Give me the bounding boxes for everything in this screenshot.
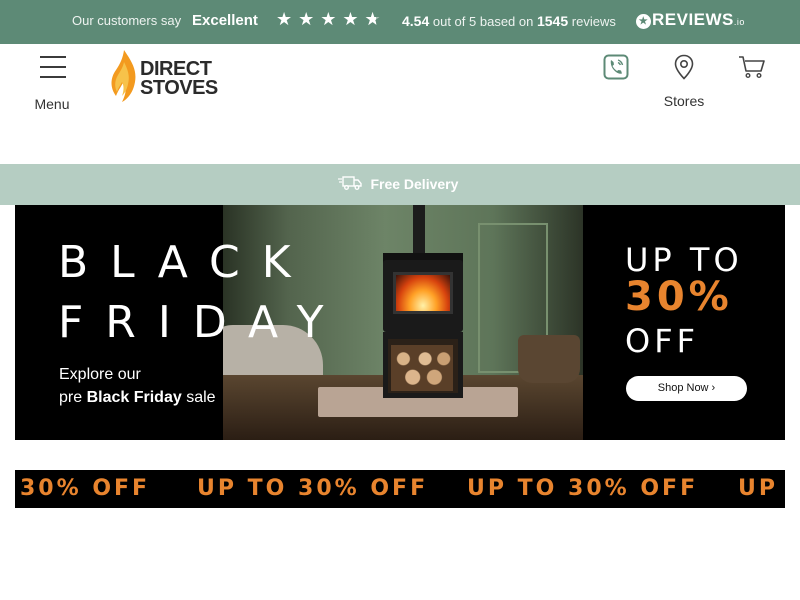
brand-logo[interactable]: DIRECT STOVES bbox=[110, 50, 230, 102]
hero-subtitle-pre: pre bbox=[59, 389, 83, 406]
cart-button[interactable] bbox=[738, 54, 766, 114]
offer-ticker: 30% OFF UP TO 30% OFF UP TO 30% OFF UP T bbox=[15, 470, 785, 508]
log-store bbox=[391, 345, 453, 391]
customers-say-text: Our customers say bbox=[72, 13, 182, 28]
shop-now-button[interactable]: Shop Now › bbox=[626, 376, 747, 401]
rating-summary: 4.54 out of 5 based on 1545 reviews bbox=[402, 13, 616, 29]
reviews-word: reviews bbox=[571, 14, 616, 29]
phone-icon bbox=[603, 54, 629, 80]
rating-word: Excellent bbox=[192, 12, 258, 29]
site-header: Menu DIRECT STOVES Stores bbox=[0, 44, 800, 164]
half-star-icon: ★ bbox=[365, 9, 387, 30]
hero-subtitle-bold: Black Friday bbox=[86, 389, 182, 406]
reviews-provider-suffix: .io bbox=[733, 17, 745, 27]
menu-label: Menu bbox=[34, 96, 70, 112]
free-delivery-text: Free Delivery bbox=[370, 176, 459, 192]
brand-name: DIRECT STOVES bbox=[140, 59, 218, 99]
location-pin-icon bbox=[674, 54, 694, 80]
brand-name-line2: STOVES bbox=[140, 77, 218, 99]
phone-button[interactable] bbox=[602, 54, 630, 114]
star-rating: ★★★★★ bbox=[276, 9, 387, 30]
hero-subtitle: Explore our pre Black Friday sale bbox=[59, 363, 216, 409]
flame-logo-icon bbox=[111, 50, 136, 102]
review-count: 1545 bbox=[536, 13, 569, 29]
stores-button[interactable]: Stores bbox=[658, 54, 710, 114]
fire-image bbox=[393, 272, 453, 314]
ticker-item: UP TO 30% OFF bbox=[197, 476, 429, 501]
full-stars: ★★★★ bbox=[276, 9, 365, 29]
black-friday-banner[interactable]: BLACK FRIDAY Explore our pre Black Frida… bbox=[15, 205, 785, 440]
ticker-item: UP TO 30% OFF bbox=[467, 476, 699, 501]
delivery-truck-icon bbox=[338, 176, 362, 190]
reviews-io-logo[interactable]: ★ REVIEWS.io bbox=[636, 10, 745, 30]
reviews-provider-name: REVIEWS bbox=[652, 10, 734, 29]
cart-icon bbox=[739, 56, 765, 79]
reviews-star-badge-icon: ★ bbox=[636, 14, 651, 29]
free-delivery-bar: Free Delivery bbox=[0, 164, 800, 205]
hero-subtitle-line1: Explore our bbox=[59, 366, 141, 383]
ticker-item: 30% OFF bbox=[20, 476, 151, 501]
rating-value: 4.54 bbox=[402, 13, 430, 29]
menu-button[interactable]: Menu bbox=[30, 54, 76, 112]
hero-subtitle-after: sale bbox=[186, 389, 216, 406]
hamburger-icon bbox=[40, 56, 66, 78]
hero-discount-percent: 30% bbox=[625, 274, 733, 320]
wood-burning-stove bbox=[383, 260, 463, 332]
reviews-bar: Our customers say Excellent ★★★★★ 4.54 o… bbox=[0, 0, 800, 44]
stores-label: Stores bbox=[663, 93, 705, 109]
hero-title-line1: BLACK bbox=[58, 237, 313, 288]
hero-title-line2: FRIDAY bbox=[58, 297, 346, 348]
ticker-item: UP T bbox=[738, 476, 785, 501]
rating-out-of-text: out of 5 based on bbox=[432, 14, 534, 29]
hero-off: OFF bbox=[625, 322, 699, 360]
